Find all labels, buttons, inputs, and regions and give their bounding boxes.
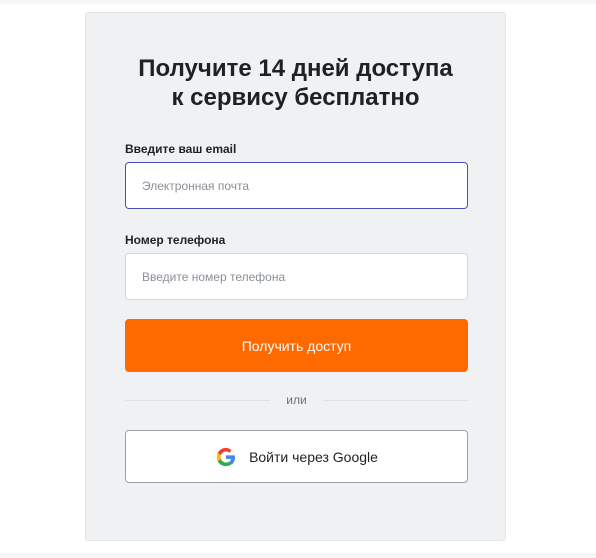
divider-line-right <box>323 400 468 401</box>
or-divider: или <box>125 392 468 408</box>
top-divider <box>0 0 596 4</box>
page: Получите 14 дней доступа к сервису беспл… <box>0 0 596 558</box>
form-title-line-1: Получите 14 дней доступа <box>138 55 453 82</box>
form-title-line-2: к сервису бесплатно <box>171 84 420 111</box>
get-access-button[interactable]: Получить доступ <box>125 319 468 372</box>
phone-label: Номер телефона <box>125 233 226 247</box>
signup-card: Получите 14 дней доступа к сервису беспл… <box>85 12 506 541</box>
phone-field[interactable] <box>125 253 468 300</box>
email-field[interactable] <box>125 162 468 209</box>
email-label: Введите ваш email <box>125 142 237 156</box>
bottom-divider <box>0 553 596 558</box>
google-icon <box>216 447 236 466</box>
google-login-button[interactable]: Войти через Google <box>125 430 468 483</box>
form-title: Получите 14 дней доступа к сервису беспл… <box>86 54 505 112</box>
google-login-label: Войти через Google <box>249 448 378 465</box>
